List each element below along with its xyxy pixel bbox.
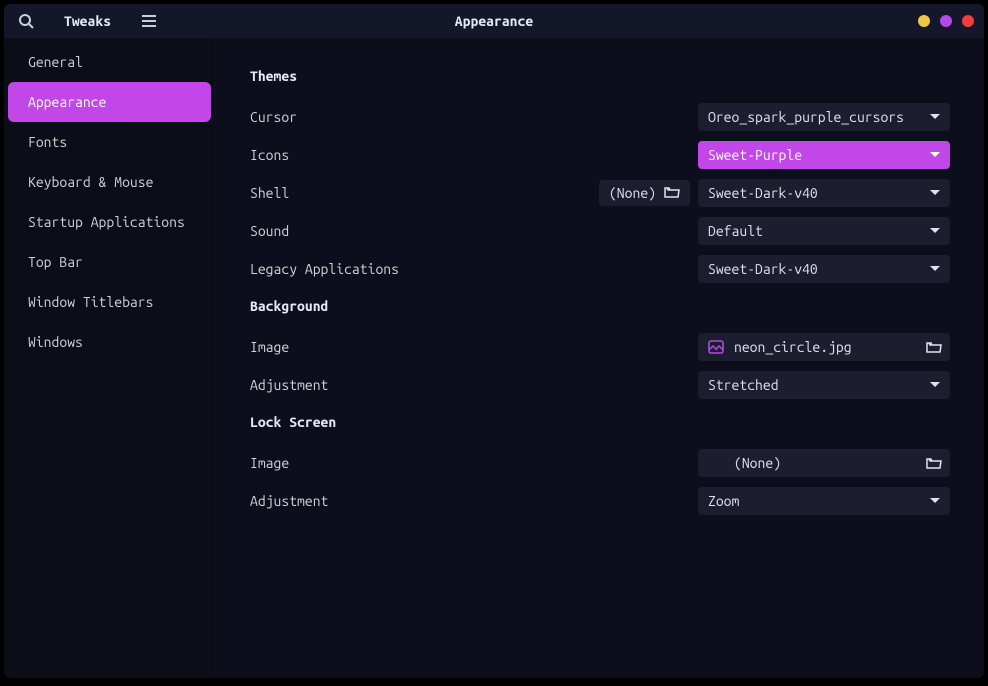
row-label: Icons [250,147,289,163]
chevron-down-icon [930,152,940,158]
select-value: Stretched [708,377,779,393]
icons-select[interactable]: Sweet-Purple [698,141,950,169]
row-lockscreen-image: Image (None) [250,444,950,482]
row-legacy-applications: Legacy Applications Sweet-Dark-v40 [250,250,950,288]
content-panel: Themes Cursor Oreo_spark_purple_cursors … [216,38,984,678]
row-shell: Shell (None) Sweet-Dark-v40 [250,174,950,212]
chevron-down-icon [930,114,940,120]
sidebar-item-label: Keyboard & Mouse [28,174,153,190]
row-label: Adjustment [250,377,328,393]
sidebar-item-label: Window Titlebars [28,294,153,310]
row-label: Image [250,339,289,355]
page-title: Appearance [455,13,533,29]
row-label: Shell [250,185,289,201]
folder-open-icon [926,456,942,470]
row-icons: Icons Sweet-Purple [250,136,950,174]
file-value: neon_circle.jpg [734,339,852,355]
chevron-down-icon [930,228,940,234]
row-cursor: Cursor Oreo_spark_purple_cursors [250,98,950,136]
shell-file-select[interactable]: (None) [599,180,690,206]
row-label: Cursor [250,109,297,125]
row-background-image: Image neon_circle.jpg [250,328,950,366]
titlebar: Tweaks Appearance [4,4,984,38]
sidebar-item-label: Windows [28,334,83,350]
shell-file-value: (None) [609,185,656,201]
app-title: Tweaks [64,13,111,29]
section-title-background: Background [250,298,950,314]
lockscreen-image-select[interactable]: (None) [698,449,950,477]
sidebar-item-windows[interactable]: Windows [8,322,211,362]
sound-select[interactable]: Default [698,217,950,245]
select-value: Sweet-Dark-v40 [708,261,818,277]
sidebar-item-top-bar[interactable]: Top Bar [8,242,211,282]
sidebar-item-appearance[interactable]: Appearance [8,82,211,122]
section-title-themes: Themes [250,68,950,84]
sidebar-item-window-titlebars[interactable]: Window Titlebars [8,282,211,322]
chevron-down-icon [930,266,940,272]
close-button[interactable] [962,15,974,27]
chevron-down-icon [930,498,940,504]
sidebar-item-label: Fonts [28,134,67,150]
folder-open-icon [664,185,680,202]
row-label: Adjustment [250,493,328,509]
minimize-button[interactable] [918,15,930,27]
search-icon[interactable] [18,13,34,29]
sidebar-item-keyboard-mouse[interactable]: Keyboard & Mouse [8,162,211,202]
select-value: Sweet-Dark-v40 [708,185,818,201]
sidebar-item-label: Top Bar [28,254,83,270]
chevron-down-icon [930,382,940,388]
row-background-adjustment: Adjustment Stretched [250,366,950,404]
background-image-select[interactable]: neon_circle.jpg [698,333,950,361]
image-icon [708,340,724,354]
row-label: Image [250,455,289,471]
row-label: Legacy Applications [250,261,399,277]
select-value: Oreo_spark_purple_cursors [708,109,904,125]
cursor-select[interactable]: Oreo_spark_purple_cursors [698,103,950,131]
chevron-down-icon [930,190,940,196]
select-value: Sweet-Purple [708,147,802,163]
hamburger-icon[interactable] [141,14,157,28]
legacy-applications-select[interactable]: Sweet-Dark-v40 [698,255,950,283]
sidebar-item-general[interactable]: General [8,42,211,82]
sidebar-item-label: General [28,54,83,70]
row-label: Sound [250,223,289,239]
sidebar-item-label: Appearance [28,94,106,110]
sidebar-item-startup-applications[interactable]: Startup Applications [8,202,211,242]
section-title-lock-screen: Lock Screen [250,414,950,430]
maximize-button[interactable] [940,15,952,27]
folder-open-icon [926,340,942,354]
select-value: Default [708,223,763,239]
select-value: Zoom [708,493,739,509]
sidebar-item-fonts[interactable]: Fonts [8,122,211,162]
background-adjustment-select[interactable]: Stretched [698,371,950,399]
file-value: (None) [734,455,781,471]
row-lockscreen-adjustment: Adjustment Zoom [250,482,950,520]
shell-select[interactable]: Sweet-Dark-v40 [698,179,950,207]
sidebar: General Appearance Fonts Keyboard & Mous… [4,38,216,678]
sidebar-item-label: Startup Applications [28,214,185,230]
lockscreen-adjustment-select[interactable]: Zoom [698,487,950,515]
row-sound: Sound Default [250,212,950,250]
window-controls [918,15,974,27]
